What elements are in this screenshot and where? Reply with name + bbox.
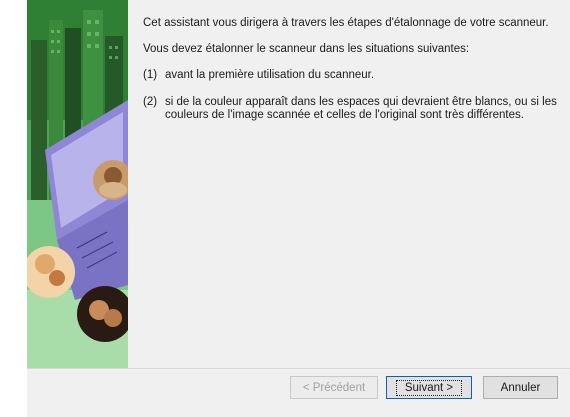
- back-button[interactable]: < Précédent: [290, 376, 378, 399]
- wizard-banner-image: [27, 0, 128, 368]
- next-button[interactable]: Suivant >: [386, 376, 472, 399]
- list-item-number: (2): [143, 95, 158, 108]
- footer-divider: [27, 368, 570, 369]
- cancel-button-label: Annuler: [500, 381, 541, 394]
- list-item-number: (1): [143, 69, 158, 81]
- cancel-button[interactable]: Annuler: [483, 376, 558, 399]
- banner-illustration: [27, 0, 128, 368]
- calibration-wizard-window: Cet assistant vous dirigera à travers le…: [27, 0, 570, 417]
- intro-text: Cet assistant vous dirigera à travers le…: [143, 17, 549, 29]
- list-item-text: avant la première utilisation du scanneu…: [165, 69, 375, 81]
- back-button-label: < Précédent: [302, 381, 366, 394]
- next-button-label: Suivant >: [395, 379, 463, 396]
- list-item-text: si de la couleur apparaît dans les espac…: [165, 95, 557, 122]
- list-item: (1) avant la première utilisation du sca…: [143, 69, 558, 83]
- situations-lead-text: Vous devez étalonner le scanneur dans le…: [143, 42, 470, 55]
- wizard-content: Cet assistant vous dirigera à travers le…: [143, 17, 558, 136]
- list-item: (2) si de la couleur apparaît dans les e…: [143, 96, 558, 123]
